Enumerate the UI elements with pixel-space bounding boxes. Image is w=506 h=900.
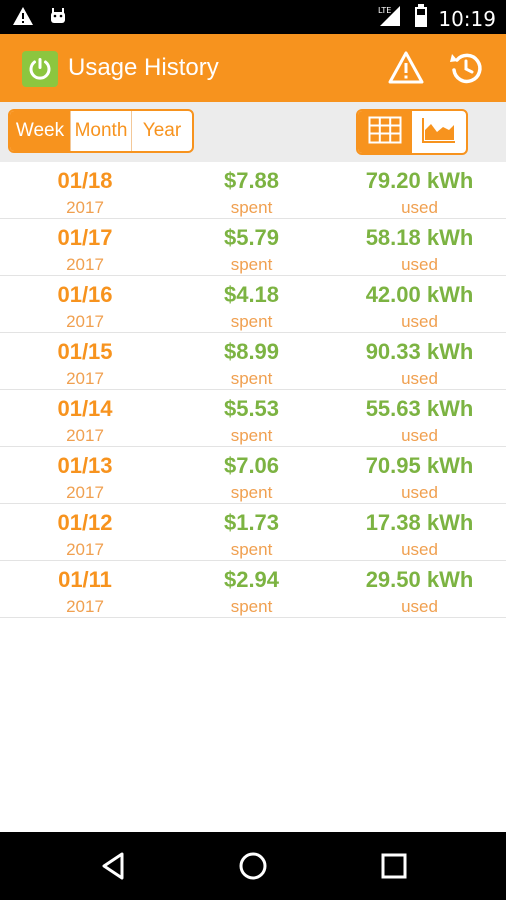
row-cost: $4.18 bbox=[223, 282, 280, 307]
table-view-button[interactable] bbox=[358, 111, 412, 153]
row-cost: $7.06 bbox=[223, 453, 280, 478]
warning-icon[interactable] bbox=[386, 48, 426, 88]
back-icon[interactable] bbox=[98, 850, 130, 882]
row-cost: $7.88 bbox=[223, 168, 280, 193]
row-spent-label: spent bbox=[230, 597, 273, 616]
table-row[interactable]: 01/12 2017 $1.73 spent 17.38 kWh used bbox=[0, 504, 506, 561]
row-spent-label: spent bbox=[230, 369, 273, 388]
row-cost: $5.79 bbox=[223, 225, 280, 250]
row-date: 01/14 bbox=[57, 396, 113, 421]
row-cost: $2.94 bbox=[223, 567, 280, 592]
row-used-label: used bbox=[401, 483, 438, 502]
row-cost: $5.53 bbox=[223, 396, 280, 421]
battery-icon bbox=[414, 4, 428, 33]
recents-icon[interactable] bbox=[378, 850, 410, 882]
row-kwh: 58.18 kWh bbox=[365, 225, 474, 250]
warning-icon bbox=[12, 6, 34, 31]
row-used-label: used bbox=[401, 426, 438, 445]
row-kwh: 55.63 kWh bbox=[365, 396, 474, 421]
android-icon bbox=[48, 6, 68, 31]
row-used-label: used bbox=[401, 597, 438, 616]
row-cost: $1.73 bbox=[223, 510, 280, 535]
row-year: 2017 bbox=[66, 198, 104, 217]
table-row[interactable]: 01/11 2017 $2.94 spent 29.50 kWh used bbox=[0, 561, 506, 618]
row-date: 01/13 bbox=[57, 453, 113, 478]
row-kwh: 29.50 kWh bbox=[365, 567, 474, 592]
status-bar: LTE 10:19 bbox=[0, 0, 506, 34]
table-row[interactable]: 01/13 2017 $7.06 spent 70.95 kWh used bbox=[0, 447, 506, 504]
period-selector: Week Month Year bbox=[8, 109, 194, 153]
filter-toolbar: Week Month Year bbox=[0, 102, 506, 162]
power-icon[interactable] bbox=[22, 51, 58, 87]
row-year: 2017 bbox=[66, 597, 104, 616]
refresh-icon[interactable] bbox=[446, 48, 486, 88]
row-kwh: 42.00 kWh bbox=[365, 282, 474, 307]
table-row[interactable]: 01/18 2017 $7.88 spent 79.20 kWh used bbox=[0, 162, 506, 219]
navigation-bar bbox=[0, 832, 506, 900]
row-kwh: 90.33 kWh bbox=[365, 339, 474, 364]
tab-week[interactable]: Week bbox=[10, 111, 71, 151]
row-spent-label: spent bbox=[230, 255, 273, 274]
row-kwh: 70.95 kWh bbox=[365, 453, 474, 478]
area-chart-icon bbox=[421, 116, 457, 149]
table-row[interactable]: 01/17 2017 $5.79 spent 58.18 kWh used bbox=[0, 219, 506, 276]
row-used-label: used bbox=[401, 540, 438, 559]
home-icon[interactable] bbox=[237, 850, 269, 882]
row-spent-label: spent bbox=[230, 483, 273, 502]
row-year: 2017 bbox=[66, 369, 104, 388]
table-row[interactable]: 01/16 2017 $4.18 spent 42.00 kWh used bbox=[0, 276, 506, 333]
row-spent-label: spent bbox=[230, 198, 273, 217]
row-date: 01/17 bbox=[57, 225, 113, 250]
table-icon bbox=[368, 116, 402, 149]
page-title: Usage History bbox=[68, 54, 219, 81]
usage-list: 01/18 2017 $7.88 spent 79.20 kWh used 01… bbox=[0, 162, 506, 618]
row-date: 01/18 bbox=[57, 168, 113, 193]
row-year: 2017 bbox=[66, 312, 104, 331]
row-date: 01/12 bbox=[57, 510, 113, 535]
row-kwh: 79.20 kWh bbox=[365, 168, 474, 193]
table-row[interactable]: 01/15 2017 $8.99 spent 90.33 kWh used bbox=[0, 333, 506, 390]
status-time: 10:19 bbox=[438, 6, 496, 31]
row-year: 2017 bbox=[66, 426, 104, 445]
row-used-label: used bbox=[401, 312, 438, 331]
row-date: 01/11 bbox=[58, 567, 112, 592]
row-spent-label: spent bbox=[230, 426, 273, 445]
row-year: 2017 bbox=[66, 483, 104, 502]
chart-view-button[interactable] bbox=[412, 111, 466, 153]
row-kwh: 17.38 kWh bbox=[365, 510, 474, 535]
table-row[interactable]: 01/14 2017 $5.53 spent 55.63 kWh used bbox=[0, 390, 506, 447]
row-used-label: used bbox=[401, 198, 438, 217]
tab-year[interactable]: Year bbox=[132, 111, 192, 151]
row-date: 01/15 bbox=[57, 339, 113, 364]
row-spent-label: spent bbox=[230, 312, 273, 331]
signal-icon: LTE bbox=[376, 4, 404, 33]
row-year: 2017 bbox=[66, 255, 104, 274]
row-year: 2017 bbox=[66, 540, 104, 559]
row-used-label: used bbox=[401, 255, 438, 274]
view-toggle bbox=[356, 109, 468, 155]
row-spent-label: spent bbox=[230, 540, 273, 559]
network-label: LTE bbox=[378, 6, 391, 15]
tab-month[interactable]: Month bbox=[71, 111, 132, 151]
row-date: 01/16 bbox=[57, 282, 113, 307]
row-cost: $8.99 bbox=[223, 339, 280, 364]
app-bar: Usage History bbox=[0, 34, 506, 102]
row-used-label: used bbox=[401, 369, 438, 388]
